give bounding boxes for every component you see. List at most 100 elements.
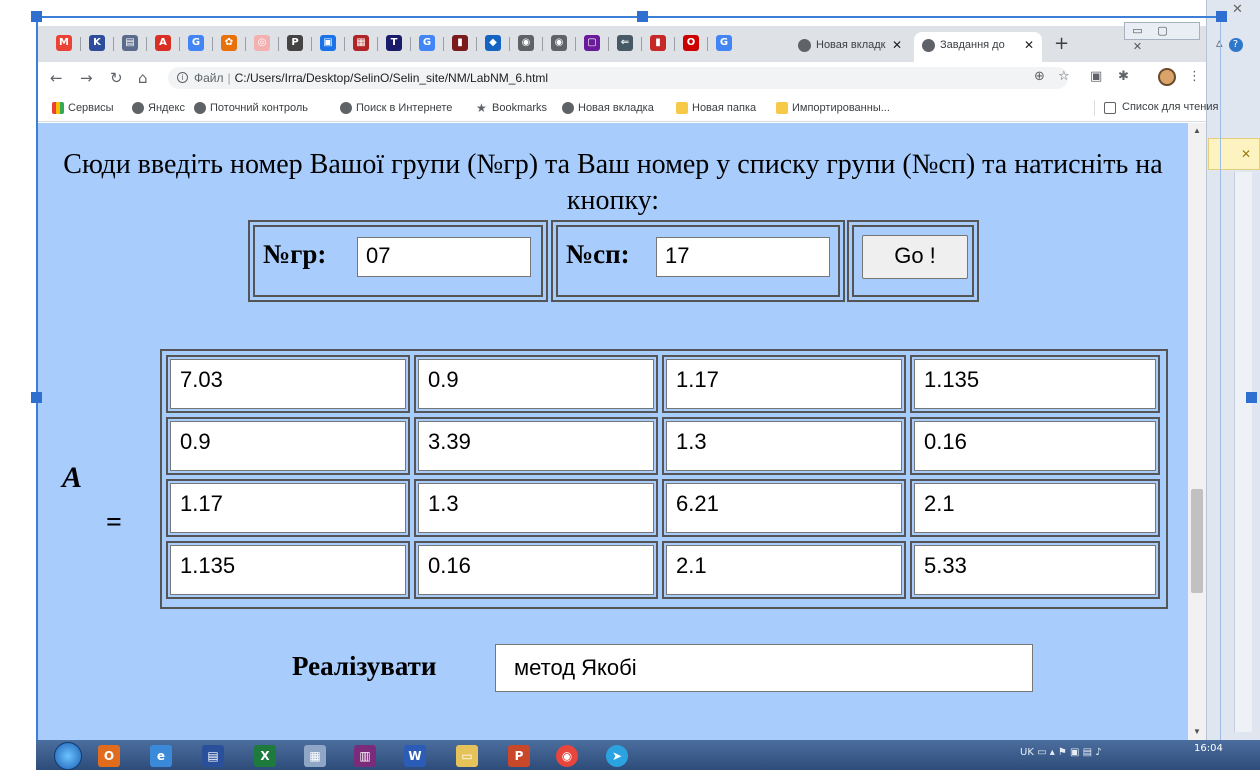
blue-icon[interactable]: ◆ <box>485 35 501 51</box>
film-icon[interactable]: ▮ <box>452 35 468 51</box>
purple-box-icon[interactable]: ▢ <box>584 35 600 51</box>
a-icon[interactable]: A <box>155 35 171 51</box>
matrix-cell-input[interactable]: 7.03 <box>170 359 406 409</box>
reading-list-button[interactable]: Список для чтения <box>1104 101 1218 114</box>
tab-divider <box>707 37 708 51</box>
home-icon[interactable]: ⌂ <box>138 69 148 87</box>
matrix-cell-input[interactable]: 0.9 <box>418 359 654 409</box>
close-icon[interactable]: ✕ <box>1232 2 1243 17</box>
matrix-cell-input[interactable]: 1.135 <box>170 545 406 595</box>
forward-icon[interactable]: → <box>80 69 93 87</box>
scrollbar-thumb[interactable] <box>1191 489 1203 593</box>
globe-icon[interactable]: ◉ <box>518 35 534 51</box>
matrix-cell-input[interactable]: 3.39 <box>418 421 654 471</box>
bookmark-item[interactable]: Новая вкладка <box>562 101 654 115</box>
archive-icon[interactable]: ▥ <box>354 745 376 767</box>
matrix-cell-input[interactable]: 0.16 <box>418 545 654 595</box>
puzzle-icon[interactable]: ✱ <box>1118 69 1129 84</box>
group-input[interactable]: 07 <box>357 237 531 277</box>
word-icon[interactable]: W <box>404 745 426 767</box>
circle-icon[interactable]: ◎ <box>254 35 270 51</box>
save-icon[interactable]: ▤ <box>202 745 224 767</box>
scroll-down-icon[interactable]: ▼ <box>1193 727 1201 736</box>
matrix-cell-input[interactable]: 2.1 <box>914 483 1156 533</box>
gmail-icon[interactable]: M <box>56 35 72 51</box>
minimize-icon[interactable]: ▭ <box>1125 23 1150 39</box>
new-tab-button[interactable]: + <box>1054 33 1069 54</box>
bookmark-item[interactable]: Поиск в Интернете <box>340 101 452 115</box>
powerpoint-icon[interactable]: P <box>508 745 530 767</box>
arrow-icon[interactable]: ⇐ <box>617 35 633 51</box>
zoom-icon[interactable]: ⊕ <box>1034 69 1045 84</box>
matrix-cell-input[interactable]: 1.17 <box>666 359 902 409</box>
language-indicator[interactable]: UK <box>1020 747 1034 758</box>
matrix-cell-input[interactable]: 1.3 <box>666 421 902 471</box>
back-icon[interactable]: ← <box>50 69 63 87</box>
bookmark-item[interactable]: Поточний контроль <box>194 101 308 115</box>
bookmark-item[interactable]: Новая папка <box>676 101 756 115</box>
matrix-cell-input[interactable]: 5.33 <box>914 545 1156 595</box>
method-input[interactable]: метод Якобі <box>495 644 1033 692</box>
excel-icon[interactable]: X <box>254 745 276 767</box>
clock[interactable]: 16:04 <box>1194 742 1223 755</box>
resize-handle[interactable] <box>31 392 42 403</box>
image-icon[interactable]: ▦ <box>353 35 369 51</box>
telegram-icon[interactable]: ➤ <box>606 745 628 767</box>
close-tab-icon[interactable]: ✕ <box>1024 32 1034 58</box>
bookmark-item[interactable]: Яндекс <box>132 101 185 115</box>
close-tab-icon[interactable]: ✕ <box>892 32 902 58</box>
resize-handle[interactable] <box>1246 392 1257 403</box>
tab-new-tab[interactable]: Новая вкладк ✕ <box>790 32 910 62</box>
bookmark-star-icon[interactable]: ☆ <box>1058 69 1070 84</box>
scroll-up-icon[interactable]: ▲ <box>1193 126 1201 135</box>
reload-icon[interactable]: ↻ <box>110 69 123 87</box>
profile-avatar[interactable] <box>1158 68 1176 86</box>
matrix-cell-input[interactable]: 0.9 <box>170 421 406 471</box>
opera-icon[interactable]: O <box>683 35 699 51</box>
matrix-cell-input[interactable]: 1.17 <box>170 483 406 533</box>
close-window-icon[interactable]: ✕ <box>1125 39 1150 55</box>
folder-icon[interactable]: ▭ <box>456 745 478 767</box>
t-icon[interactable]: T <box>386 35 402 51</box>
chart-icon[interactable]: ▮ <box>650 35 666 51</box>
g-red-icon[interactable]: G <box>419 35 435 51</box>
matrix-cell-input[interactable]: 6.21 <box>666 483 902 533</box>
bookmark-item[interactable]: ★ Bookmarks <box>476 101 547 115</box>
paw-icon[interactable]: ✿ <box>221 35 237 51</box>
help-icon[interactable]: ? <box>1228 38 1243 52</box>
chrome-icon[interactable]: ◉ <box>556 745 578 767</box>
tab-active[interactable]: Завдання до ✕ <box>914 32 1042 62</box>
resize-handle[interactable] <box>637 11 648 22</box>
bookmark-item[interactable]: Сервисы <box>52 101 114 115</box>
start-icon[interactable] <box>54 742 82 770</box>
globe-icon[interactable]: ◉ <box>551 35 567 51</box>
list-number-input[interactable]: 17 <box>656 237 830 277</box>
editor-scrollbar[interactable] <box>1234 172 1252 732</box>
google-icon[interactable]: G <box>716 35 732 51</box>
box-icon[interactable]: ▣ <box>320 35 336 51</box>
group-label: №гр: <box>263 239 327 269</box>
page-scrollbar[interactable]: ▲ ▼ <box>1188 123 1206 740</box>
matrix-cell-input[interactable]: 2.1 <box>666 545 902 595</box>
pkp-icon[interactable]: P <box>287 35 303 51</box>
matrix-cell-input[interactable]: 1.135 <box>914 359 1156 409</box>
extension-icon[interactable]: ▣ <box>1090 69 1102 84</box>
bookmark-item[interactable]: Импортированны... <box>776 101 890 115</box>
k-icon[interactable]: K <box>89 35 105 51</box>
resize-handle[interactable] <box>31 11 42 22</box>
matrix-cell-input[interactable]: 1.3 <box>418 483 654 533</box>
calc-icon[interactable]: ▦ <box>304 745 326 767</box>
doc-icon[interactable]: ▤ <box>122 35 138 51</box>
message-bar-close-icon[interactable]: ✕ <box>1208 138 1260 170</box>
ie-icon[interactable]: e <box>150 745 172 767</box>
resize-handle[interactable] <box>1216 11 1227 22</box>
keyboard-icon[interactable]: ▭ ▴ ⚑ ▣ ▤ ♪ <box>1037 747 1102 758</box>
outlook-icon[interactable]: O <box>98 745 120 767</box>
url-input[interactable]: i Файл | C:/Users/Irra/Desktop/SelinO/Seli… <box>168 67 1068 89</box>
maximize-icon[interactable]: ▢ <box>1150 23 1175 39</box>
matrix-cell-input[interactable]: 0.16 <box>914 421 1156 471</box>
menu-icon[interactable]: ⋮ <box>1188 69 1201 84</box>
go-button[interactable]: Go ! <box>862 235 968 279</box>
google-icon[interactable]: G <box>188 35 204 51</box>
info-icon[interactable]: i <box>177 72 188 83</box>
